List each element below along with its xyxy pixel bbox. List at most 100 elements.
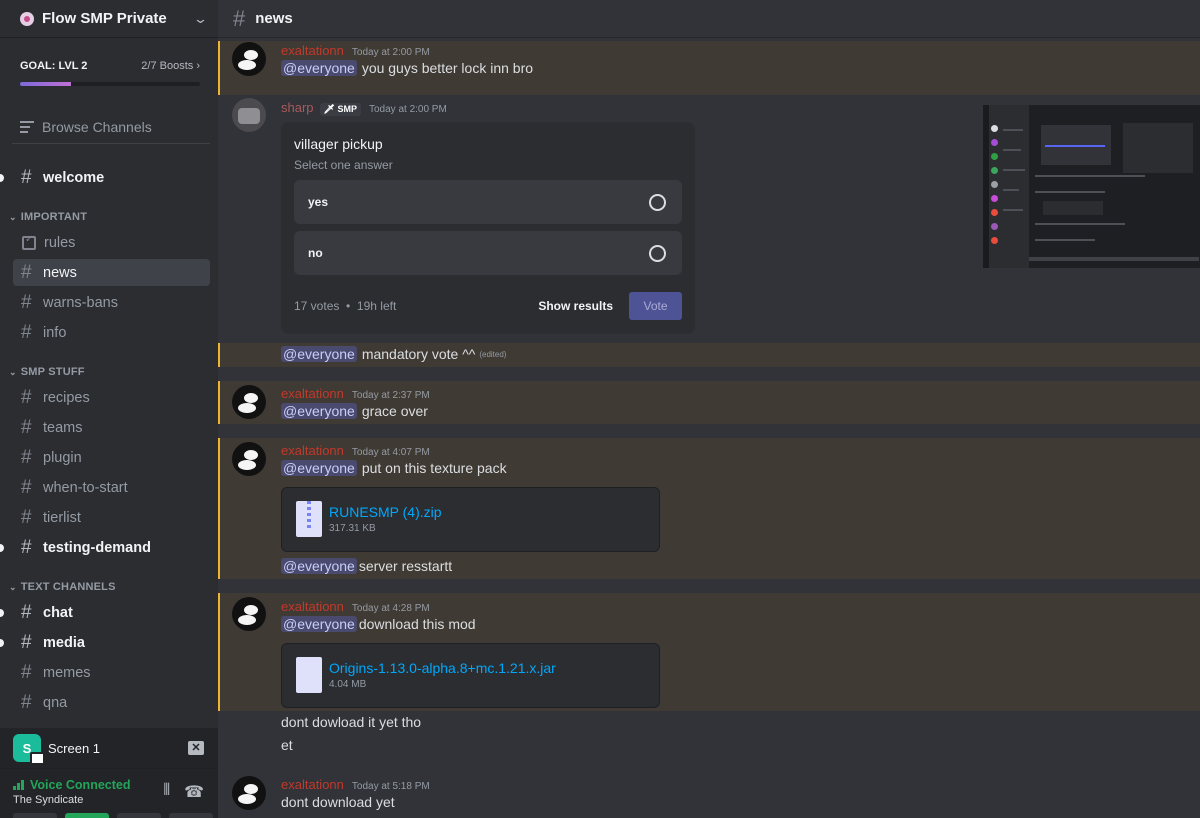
file-attachment[interactable]: Origins-1.13.0-alpha.8+mc.1.21.x.jar 4.0…: [281, 643, 660, 708]
category-text-channels[interactable]: ⌄ TEXT CHANNELS: [9, 581, 116, 593]
avatar[interactable]: [232, 776, 266, 810]
chat-header: # news: [218, 0, 1200, 38]
boost-goal[interactable]: GOAL: LVL 2 2/7 Boosts ›: [0, 38, 218, 86]
unread-indicator: [0, 609, 4, 617]
avatar[interactable]: [232, 98, 266, 132]
channel-memes[interactable]: # memes: [13, 659, 210, 686]
message-content: et: [281, 737, 293, 753]
edited-label: (edited): [479, 349, 507, 359]
screen-share-panel[interactable]: S Screen 1 ✕: [0, 728, 218, 768]
mention[interactable]: @everyone: [281, 558, 357, 574]
hash-icon: #: [21, 166, 32, 188]
channel-teams[interactable]: # teams: [13, 414, 210, 441]
server-header[interactable]: Flow SMP Private ⌄: [0, 0, 218, 38]
author-name[interactable]: exaltationn: [281, 386, 344, 401]
screenshot-attachment[interactable]: [983, 105, 1200, 268]
zip-file-icon: [296, 501, 322, 537]
file-attachment[interactable]: RUNESMP (4).zip 317.31 KB: [281, 487, 660, 552]
browse-channels[interactable]: Browse Channels: [12, 110, 210, 144]
boost-progress-fill: [20, 82, 72, 86]
channel-label: news: [43, 264, 77, 281]
mention[interactable]: @everyone: [281, 346, 357, 362]
channel-welcome[interactable]: # welcome: [0, 164, 210, 191]
hash-icon: #: [21, 386, 32, 408]
channel-chat[interactable]: # chat: [0, 599, 210, 626]
stop-stream-icon[interactable]: ✕: [188, 741, 204, 755]
timestamp: Today at 4:28 PM: [351, 603, 430, 614]
mention[interactable]: @everyone: [281, 403, 357, 419]
file-name[interactable]: RUNESMP (4).zip: [329, 504, 442, 520]
timestamp: Today at 2:00 PM: [368, 104, 447, 115]
message-header: exaltationn Today at 5:18 PM: [281, 777, 430, 792]
category-important[interactable]: ⌄ IMPORTANT: [9, 211, 87, 223]
channel-rules[interactable]: rules: [13, 229, 210, 256]
soundboard-button[interactable]: [169, 813, 213, 818]
poll-question: villager pickup: [294, 136, 383, 152]
hash-icon: #: [233, 5, 246, 31]
channel-tierlist[interactable]: # tierlist: [13, 504, 210, 531]
channel-when-to-start[interactable]: # when-to-start: [13, 474, 210, 501]
channel-media[interactable]: # media: [0, 629, 210, 656]
poll-option[interactable]: yes: [294, 180, 682, 224]
timestamp: Today at 5:18 PM: [351, 781, 430, 792]
noise-suppression-icon[interactable]: ⫴: [163, 782, 170, 802]
boost-progress-bar: [20, 82, 200, 86]
screen-share-name: Screen 1: [48, 740, 101, 756]
activity-button[interactable]: [117, 813, 161, 818]
browse-channels-label: Browse Channels: [42, 118, 152, 135]
channel-label: when-to-start: [43, 479, 128, 496]
channel-label: tierlist: [43, 509, 81, 526]
signal-icon: [13, 780, 25, 790]
server-name: Flow SMP Private: [42, 10, 167, 27]
channel-info[interactable]: # info: [13, 319, 210, 346]
category-smp-stuff[interactable]: ⌄ SMP STUFF: [9, 366, 85, 378]
message-content: @everyone grace over: [281, 403, 428, 419]
author-name[interactable]: sharp: [281, 100, 314, 115]
disconnect-icon[interactable]: ☎: [184, 782, 204, 802]
radio-icon[interactable]: [649, 244, 666, 262]
channel-qna[interactable]: # qna: [13, 689, 210, 716]
channel-warns-bans[interactable]: # warns-bans: [13, 289, 210, 316]
radio-icon[interactable]: [649, 193, 666, 211]
server-icon: [20, 11, 34, 26]
hash-icon: #: [21, 601, 32, 623]
hash-icon: #: [21, 661, 32, 683]
message-content: @everyone mandatory vote ^^ (edited): [281, 346, 507, 362]
video-button[interactable]: [13, 813, 57, 818]
channel-label: chat: [43, 604, 73, 621]
file-size: 4.04 MB: [329, 679, 367, 690]
avatar[interactable]: [232, 42, 266, 76]
message-content: @everyone server resstartt: [281, 558, 453, 574]
channel-recipes[interactable]: # recipes: [13, 384, 210, 411]
channel-plugin[interactable]: # plugin: [13, 444, 210, 471]
poll: villager pickup Select one answer yes no…: [281, 122, 695, 334]
vote-button[interactable]: Vote: [629, 292, 682, 320]
avatar[interactable]: [232, 597, 266, 631]
hash-icon: #: [21, 476, 32, 498]
author-name[interactable]: exaltationn: [281, 777, 344, 792]
channel-news[interactable]: # news: [13, 259, 210, 286]
mention[interactable]: @everyone: [281, 60, 357, 76]
chevron-down-icon[interactable]: ⌄: [193, 11, 208, 27]
show-results-button[interactable]: Show results: [538, 299, 613, 313]
timestamp: Today at 4:07 PM: [351, 447, 430, 458]
mention[interactable]: @everyone: [281, 616, 357, 632]
message-header: sharp 🗡 SMP Today at 2:00 PM: [281, 100, 447, 116]
channel-label: memes: [43, 664, 91, 681]
channel-testing-demand[interactable]: # testing-demand: [0, 534, 210, 561]
poll-option[interactable]: no: [294, 231, 682, 275]
screen-share-button[interactable]: [65, 813, 109, 818]
author-name[interactable]: exaltationn: [281, 599, 344, 614]
author-name[interactable]: exaltationn: [281, 443, 344, 458]
message-content: dont download yet: [281, 794, 395, 810]
author-name[interactable]: exaltationn: [281, 43, 344, 58]
boost-count: 2/7 Boosts ›: [141, 60, 200, 72]
channel-label: plugin: [43, 449, 82, 466]
unread-indicator: [0, 639, 4, 647]
avatar[interactable]: [232, 385, 266, 419]
file-name[interactable]: Origins-1.13.0-alpha.8+mc.1.21.x.jar: [329, 660, 556, 676]
timestamp: Today at 2:37 PM: [351, 390, 430, 401]
mention[interactable]: @everyone: [281, 460, 357, 476]
avatar[interactable]: [232, 442, 266, 476]
channel-label: testing-demand: [43, 539, 151, 556]
